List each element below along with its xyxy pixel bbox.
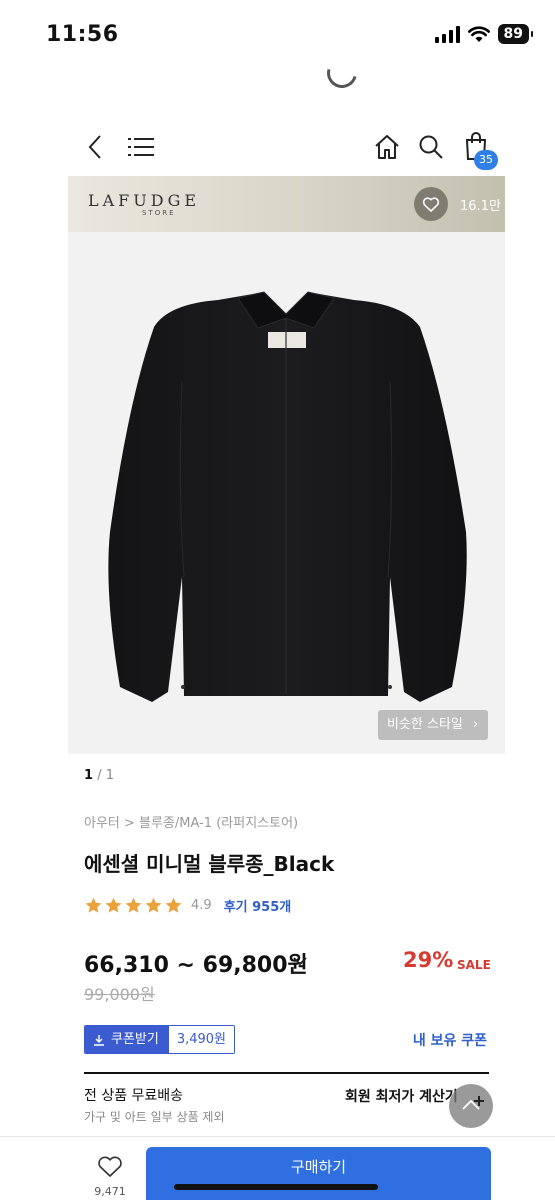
similar-style-label: 비슷한 스타일	[387, 717, 463, 732]
coupon-download-button[interactable]: 쿠폰받기 3,490원	[84, 1025, 236, 1054]
chevron-down-icon[interactable]	[292, 951, 308, 971]
section-divider	[84, 1072, 489, 1074]
breadcrumb[interactable]: 아우터 > 블루종/MA-1 (라퍼지스토어)	[84, 812, 298, 831]
coupon-button-label: 쿠폰받기	[111, 1032, 159, 1047]
pager-total: / 1	[97, 768, 114, 783]
brand-banner[interactable]: LAFUDGE STORE 16.1만	[68, 176, 505, 232]
discount-rate: 29%	[403, 948, 454, 972]
star-icon	[145, 897, 162, 913]
home-icon[interactable]	[374, 134, 400, 160]
brand-like-count: 16.1만	[460, 199, 501, 214]
rating-row: 4.9 후기 955개	[84, 894, 291, 916]
brand-logo: LAFUDGE	[88, 191, 201, 210]
shipping-subtitle: 가구 및 아트 일부 상품 제외	[84, 1110, 225, 1124]
buy-button[interactable]: 구매하기	[146, 1147, 491, 1200]
heart-icon	[422, 197, 440, 212]
status-bar: 11:56 89	[0, 0, 555, 70]
product-image[interactable]: 비슷한 스타일 ›	[68, 232, 505, 754]
review-count-link[interactable]: 후기 955개	[224, 896, 292, 915]
top-nav: 35	[68, 126, 505, 170]
heart-icon	[98, 1156, 122, 1177]
download-icon	[94, 1034, 104, 1046]
scroll-top-button[interactable]	[449, 1084, 493, 1128]
similar-style-button[interactable]: 비슷한 스타일 ›	[378, 710, 488, 740]
bottom-action-bar: 9,471 구매하기	[0, 1136, 555, 1200]
brand-like-button[interactable]	[414, 187, 448, 221]
wishlist-button[interactable]: 9,471	[88, 1155, 132, 1198]
rating-value: 4.9	[191, 897, 212, 913]
chevron-right-icon: ›	[473, 717, 479, 732]
original-price: 99,000원	[84, 985, 155, 1004]
chevron-up-icon	[462, 1096, 484, 1110]
coupon-button-label-box[interactable]: 쿠폰받기	[85, 1026, 169, 1053]
shipping-title: 전 상품 무료배송	[84, 1088, 184, 1104]
wishlist-count: 9,471	[94, 1185, 126, 1198]
home-indicator	[174, 1184, 378, 1190]
signal-icon	[434, 25, 460, 43]
jacket-image	[108, 291, 467, 702]
cart-count-badge: 35	[474, 150, 498, 170]
star-icon	[165, 897, 182, 913]
my-coupon-link[interactable]: 내 보유 쿠폰	[413, 1030, 487, 1050]
menu-icon[interactable]	[128, 136, 154, 158]
star-icon	[125, 897, 142, 913]
sale-label: SALE	[457, 958, 491, 972]
battery-indicator: 89	[497, 24, 534, 44]
search-icon[interactable]	[418, 134, 444, 160]
coupon-amount: 3,490원	[168, 1026, 235, 1053]
pager-current: 1	[84, 768, 94, 783]
status-icons: 89	[434, 24, 534, 44]
star-icon	[85, 897, 102, 913]
star-icon	[105, 897, 122, 913]
member-price-calculator-link[interactable]: 회원 최저가 계산기	[345, 1086, 458, 1106]
status-time: 11:56	[46, 22, 119, 47]
star-rating	[84, 896, 183, 915]
back-arrow-icon[interactable]	[86, 132, 104, 162]
product-title: 에센셜 미니멀 블루종_Black	[84, 852, 335, 876]
wifi-icon	[467, 25, 490, 42]
price-range[interactable]: 66,310 ~ 69,800원	[84, 947, 308, 979]
image-pager: 1 / 1	[84, 768, 114, 783]
brand-logo-sub: STORE	[142, 209, 176, 217]
calculator-label: 회원 최저가 계산기	[345, 1089, 458, 1105]
